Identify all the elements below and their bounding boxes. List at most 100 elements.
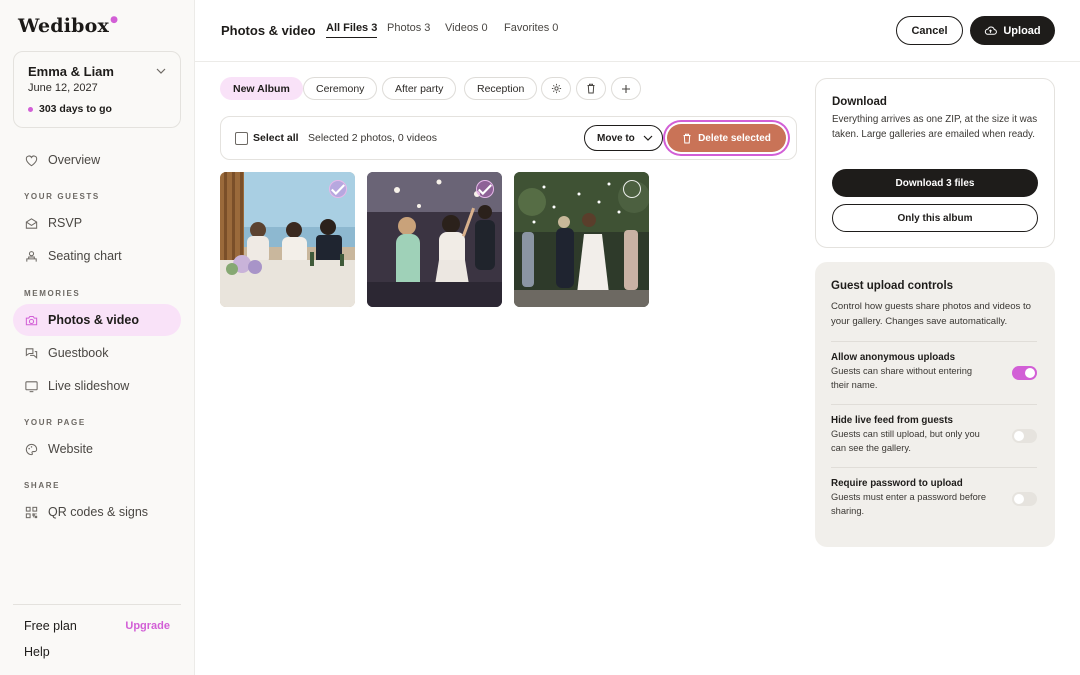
chat-bubbles-icon bbox=[25, 347, 38, 359]
setting-description: Guests must enter a password before shar… bbox=[831, 492, 987, 516]
section-label-page: YOUR PAGE bbox=[24, 418, 86, 427]
palette-icon bbox=[25, 443, 38, 455]
section-label-memories: MEMORIES bbox=[24, 289, 81, 298]
section-label-share: SHARE bbox=[24, 481, 61, 490]
sidebar-item-label: Website bbox=[48, 442, 93, 456]
countdown-dot-icon bbox=[28, 106, 33, 112]
help-link[interactable]: Help bbox=[24, 645, 50, 659]
tab-favorites[interactable]: Favorites 0 bbox=[504, 22, 558, 34]
chevron-down-icon bbox=[643, 135, 653, 141]
delete-label: Delete selected bbox=[698, 132, 771, 144]
setting-anonymous-uploads: Allow anonymous uploads Guests can share… bbox=[831, 352, 1037, 392]
sidebar-item-qr[interactable]: QR codes & signs bbox=[13, 496, 181, 528]
album-delete-button[interactable] bbox=[576, 77, 606, 100]
envelope-icon bbox=[25, 217, 38, 229]
new-album-chip[interactable]: New Album bbox=[220, 77, 303, 100]
countdown-text: 303 days to go bbox=[39, 103, 112, 115]
photo-tile[interactable] bbox=[367, 172, 502, 307]
sidebar: Wedibox● Emma & Liam June 12, 2027 303 d… bbox=[0, 0, 195, 675]
sidebar-item-label: Live slideshow bbox=[48, 379, 130, 393]
camera-icon bbox=[25, 315, 38, 325]
checkmark-icon bbox=[478, 183, 492, 195]
guest-controls-description: Control how guests share photos and vide… bbox=[831, 301, 1031, 327]
tab-videos[interactable]: Videos 0 bbox=[445, 22, 488, 34]
event-date: June 12, 2027 bbox=[28, 82, 98, 94]
sidebar-item-photos[interactable]: Photos & video bbox=[13, 304, 181, 336]
photo-select-check[interactable] bbox=[623, 180, 641, 198]
tab-photos[interactable]: Photos 3 bbox=[387, 22, 430, 34]
toggle-knob bbox=[1025, 368, 1035, 378]
trash-icon bbox=[683, 133, 691, 143]
divider bbox=[831, 467, 1037, 468]
guest-upload-controls: Guest upload controls Control how guests… bbox=[815, 262, 1055, 547]
event-switcher[interactable]: Emma & Liam June 12, 2027 303 days to go bbox=[13, 51, 181, 128]
require-password-toggle[interactable] bbox=[1012, 492, 1037, 506]
sidebar-item-label: Guestbook bbox=[48, 346, 109, 360]
setting-title: Hide live feed from guests bbox=[831, 415, 953, 426]
sidebar-item-label: Photos & video bbox=[48, 313, 139, 327]
upload-button[interactable]: Upload bbox=[970, 16, 1055, 45]
photo-tile[interactable] bbox=[220, 172, 355, 307]
selection-toolbar: Select all Selected 2 photos, 0 videos M… bbox=[220, 116, 797, 160]
sidebar-item-label: Overview bbox=[48, 153, 101, 167]
delete-selected-button[interactable]: Delete selected bbox=[667, 124, 786, 152]
plan-label: Free plan bbox=[24, 619, 77, 633]
sidebar-divider bbox=[13, 604, 181, 605]
app-logo[interactable]: Wedibox● bbox=[18, 15, 118, 37]
toggle-knob bbox=[1014, 431, 1024, 441]
sidebar-item-guestbook[interactable]: Guestbook bbox=[13, 337, 181, 369]
move-to-button[interactable]: Move to bbox=[584, 125, 663, 151]
setting-title: Allow anonymous uploads bbox=[831, 352, 956, 363]
heart-icon bbox=[25, 155, 38, 166]
sidebar-item-slideshow[interactable]: Live slideshow bbox=[13, 370, 181, 402]
divider bbox=[831, 404, 1037, 405]
gear-icon bbox=[551, 83, 561, 94]
setting-hide-live-feed: Hide live feed from guests Guests can st… bbox=[831, 415, 1037, 455]
album-chip-reception[interactable]: Reception bbox=[464, 77, 538, 100]
sidebar-item-label: QR codes & signs bbox=[48, 505, 149, 519]
page-title: Photos & video bbox=[221, 23, 316, 38]
download-files-button[interactable]: Download 3 files bbox=[832, 169, 1038, 197]
chevron-down-icon bbox=[156, 68, 166, 74]
selected-count: Selected 2 photos, 0 videos bbox=[308, 132, 438, 144]
divider bbox=[831, 341, 1037, 342]
seat-icon bbox=[26, 250, 37, 262]
photo-tile[interactable] bbox=[514, 172, 649, 307]
logo-mark-icon: ● bbox=[110, 15, 119, 25]
checkmark-icon bbox=[331, 183, 345, 195]
cancel-button[interactable]: Cancel bbox=[896, 16, 963, 45]
sidebar-item-seating[interactable]: Seating chart bbox=[13, 240, 181, 272]
sidebar-item-website[interactable]: Website bbox=[13, 433, 181, 465]
qr-code-icon bbox=[25, 506, 38, 518]
guest-controls-title: Guest upload controls bbox=[831, 280, 954, 292]
setting-description: Guests can still upload, but only you ca… bbox=[831, 429, 980, 453]
download-album-button[interactable]: Only this album bbox=[832, 204, 1038, 232]
album-chip-ceremony[interactable]: Ceremony bbox=[303, 77, 378, 100]
download-description: Everything arrives as one ZIP, at the si… bbox=[832, 114, 1038, 140]
album-settings-button[interactable] bbox=[541, 77, 571, 100]
move-to-label: Move to bbox=[597, 132, 635, 144]
sidebar-item-overview[interactable]: Overview bbox=[13, 144, 181, 176]
sidebar-item-rsvp[interactable]: RSVP bbox=[13, 207, 181, 239]
download-panel: Download Everything arrives as one ZIP, … bbox=[815, 78, 1055, 248]
hide-live-feed-toggle[interactable] bbox=[1012, 429, 1037, 443]
toggle-knob bbox=[1014, 494, 1024, 504]
setting-require-password: Require password to upload Guests must e… bbox=[831, 478, 1037, 518]
setting-title: Require password to upload bbox=[831, 478, 963, 489]
monitor-icon bbox=[25, 380, 38, 392]
add-album-button[interactable] bbox=[611, 77, 641, 100]
album-chip-after-party[interactable]: After party bbox=[382, 77, 457, 100]
upload-label: Upload bbox=[1003, 24, 1041, 37]
event-name: Emma & Liam bbox=[28, 64, 114, 79]
select-all-label[interactable]: Select all bbox=[253, 132, 299, 144]
photo-select-check[interactable] bbox=[329, 180, 347, 198]
photo-select-check[interactable] bbox=[476, 180, 494, 198]
tab-all-files[interactable]: All Files 3 bbox=[326, 22, 378, 38]
logo-text: Wedibox bbox=[18, 15, 110, 37]
select-all-checkbox[interactable] bbox=[235, 132, 248, 145]
page-header: Photos & video All Files 3 Photos 3 Vide… bbox=[195, 0, 1080, 62]
upgrade-link[interactable]: Upgrade bbox=[125, 620, 170, 632]
sidebar-item-label: Seating chart bbox=[48, 249, 122, 263]
anonymous-uploads-toggle[interactable] bbox=[1012, 366, 1037, 380]
setting-description: Guests can share without entering their … bbox=[831, 366, 973, 390]
